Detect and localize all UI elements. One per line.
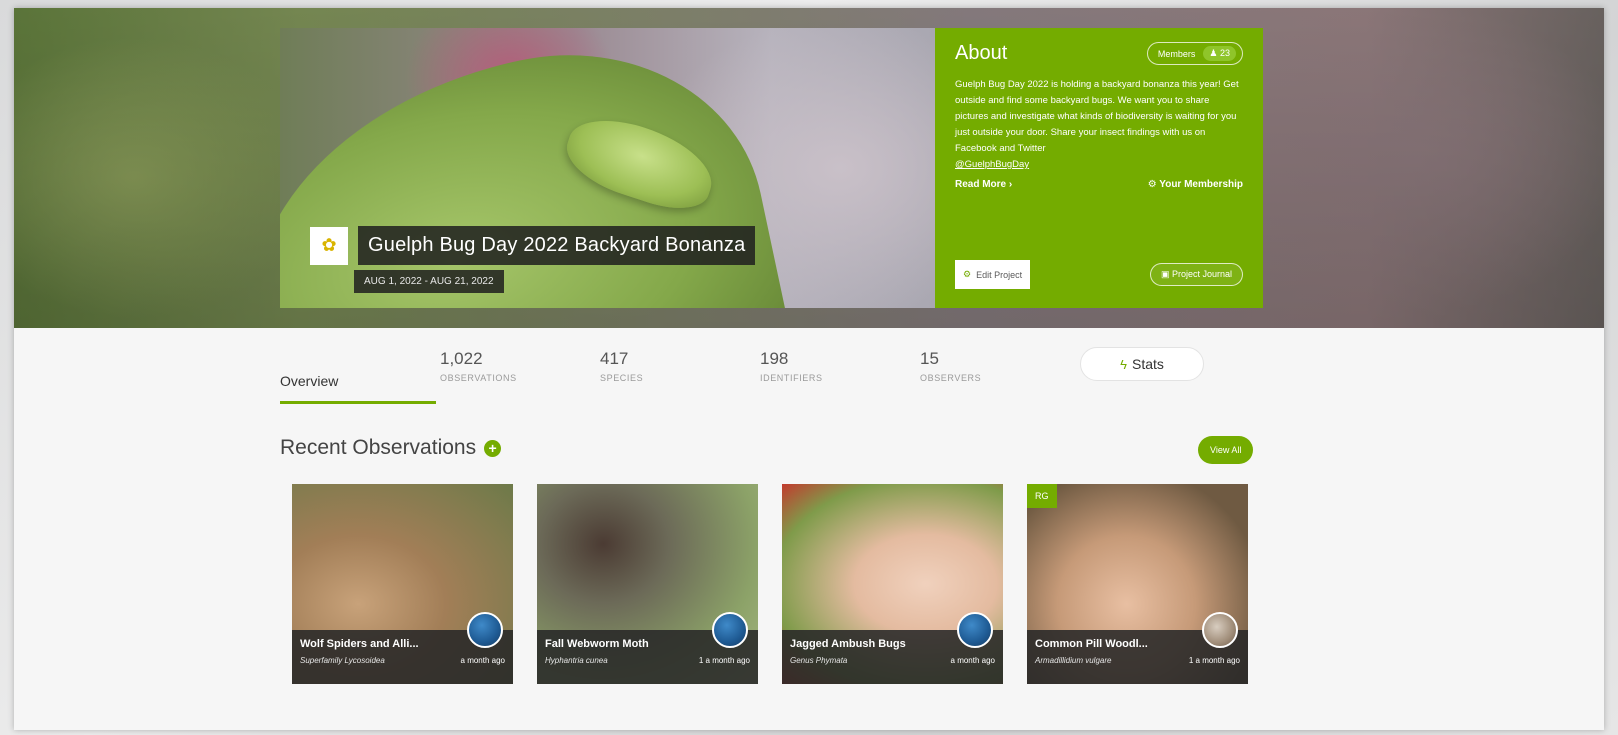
observation-card[interactable]: Jagged Ambush Bugs Genus Phymata a month…: [782, 484, 1003, 684]
user-avatar[interactable]: [1202, 612, 1238, 648]
research-grade-badge: RG: [1027, 484, 1057, 508]
user-avatar[interactable]: [467, 612, 503, 648]
observation-card[interactable]: Wolf Spiders and Alli... Superfamily Lyc…: [292, 484, 513, 684]
bug-logo-icon: ✿: [310, 226, 348, 265]
gear-icon: ⚙: [963, 269, 972, 279]
observation-taxon: Genus Phymata: [790, 656, 848, 665]
user-avatar[interactable]: [712, 612, 748, 648]
person-icon: ♟: [1209, 48, 1218, 58]
project-dates: AUG 1, 2022 - AUG 21, 2022: [354, 270, 504, 293]
project-title: Guelph Bug Day 2022 Backyard Bonanza: [358, 226, 756, 265]
observation-time: a month ago: [460, 656, 505, 665]
journal-icon: ▣: [1160, 269, 1170, 279]
members-button[interactable]: Members ♟ 23: [1146, 42, 1243, 65]
stat-identifiers[interactable]: 198 IDENTIFIERS: [760, 349, 823, 383]
project-cover-photo: [280, 28, 935, 308]
bolt-icon: ϟ: [1120, 356, 1127, 372]
recent-observations-header: Recent Observations +: [280, 436, 502, 460]
observation-time: 1 a month ago: [698, 656, 750, 665]
project-title-box: ✿ Guelph Bug Day 2022 Backyard Bonanza: [310, 226, 756, 265]
observation-taxon: Hyphantria cunea: [545, 656, 608, 665]
read-more-link[interactable]: Read More ›: [955, 179, 1012, 190]
observation-time: 1 a month ago: [1188, 656, 1240, 665]
user-avatar[interactable]: [957, 612, 993, 648]
about-description: Guelph Bug Day 2022 is holding a backyar…: [955, 77, 1245, 173]
observation-cards: Wolf Spiders and Alli... Superfamily Lyc…: [292, 484, 1248, 684]
observation-taxon: Superfamily Lycosoidea: [300, 656, 385, 665]
about-title: About: [955, 42, 1008, 64]
stat-observations[interactable]: 1,022 OBSERVATIONS: [440, 349, 517, 383]
stat-species[interactable]: 417 SPECIES: [600, 349, 643, 383]
about-panel: About Members ♟ 23 Guelph Bug Day 2022 i…: [935, 28, 1263, 308]
edit-project-button[interactable]: ⚙ Edit Project: [955, 260, 1031, 289]
twitter-handle-link[interactable]: @GuelphBugDay: [955, 157, 1245, 173]
page-frame: ✿ Guelph Bug Day 2022 Backyard Bonanza A…: [14, 8, 1604, 730]
observation-time: a month ago: [950, 656, 995, 665]
members-label: Members: [1157, 48, 1196, 59]
project-journal-button[interactable]: ▣ Project Journal: [1149, 263, 1243, 286]
add-observation-icon[interactable]: +: [484, 439, 502, 457]
your-membership-link[interactable]: ⚙ Your Membership: [1148, 179, 1243, 190]
stats-button[interactable]: ϟ Stats: [1080, 347, 1204, 381]
observation-card[interactable]: Fall Webworm Moth Hyphantria cunea 1 a m…: [537, 484, 758, 684]
recent-observations-title: Recent Observations: [280, 436, 477, 459]
view-all-button[interactable]: View All: [1198, 436, 1254, 464]
observation-taxon: Armadillidium vulgare: [1035, 656, 1112, 665]
stats-row: Overview 1,022 OBSERVATIONS 417 SPECIES …: [280, 345, 1263, 405]
gear-icon: ⚙: [1147, 179, 1157, 190]
leaf-image: [280, 28, 786, 308]
members-count: ♟ 23: [1203, 46, 1236, 61]
stat-observers[interactable]: 15 OBSERVERS: [920, 349, 981, 383]
observation-card[interactable]: RG Common Pill Woodl... Armadillidium vu…: [1027, 484, 1248, 684]
tab-overview[interactable]: Overview: [280, 373, 436, 404]
